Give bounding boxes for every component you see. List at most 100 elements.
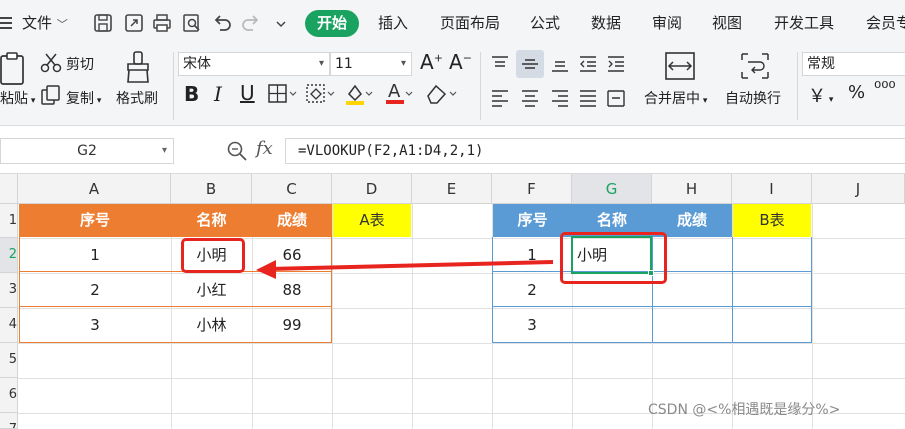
row-header-5[interactable]: 5 — [0, 343, 18, 378]
wrap-text-button[interactable]: 自动换行 — [725, 88, 781, 108]
name-box[interactable]: G2 ▾ — [0, 138, 174, 164]
align-left-icon[interactable] — [490, 88, 510, 108]
bold-icon[interactable]: B — [184, 82, 199, 106]
highlight-color-icon[interactable] — [344, 82, 374, 106]
italic-icon[interactable]: I — [214, 82, 222, 106]
justify-icon[interactable] — [578, 88, 598, 108]
chevron-down-icon: ﹀ — [56, 18, 68, 31]
tab-home[interactable]: 开始 — [305, 10, 359, 37]
insert-function-button[interactable]: fx — [256, 138, 273, 159]
tab-formulas[interactable]: 公式 — [530, 10, 560, 36]
column-header-a[interactable]: A — [18, 174, 171, 204]
chevron-down-icon: ▾ — [28, 96, 36, 106]
wrap-text-icon[interactable] — [740, 52, 770, 80]
column-header-j[interactable]: J — [812, 174, 905, 204]
table-a-label[interactable]: A表 — [333, 204, 411, 237]
table-a-cell[interactable]: 66 — [252, 238, 332, 272]
tab-insert[interactable]: 插入 — [378, 10, 408, 36]
clear-format-icon[interactable] — [424, 82, 458, 106]
menu-icon[interactable] — [0, 12, 14, 34]
column-header-e[interactable]: E — [412, 174, 492, 204]
select-all-corner[interactable] — [0, 174, 18, 204]
fill-color-pattern-icon[interactable] — [306, 84, 336, 104]
table-a-header-id[interactable]: 序号 — [19, 204, 171, 237]
table-a-header-score[interactable]: 成绩 — [252, 204, 332, 237]
table-a-cell[interactable]: 88 — [252, 273, 332, 307]
tab-view[interactable]: 视图 — [712, 10, 742, 36]
table-b-header-id[interactable]: 序号 — [493, 204, 572, 237]
paste-icon[interactable] — [0, 52, 28, 86]
tab-data[interactable]: 数据 — [591, 10, 621, 36]
table-a-cell[interactable]: 小林 — [171, 308, 252, 343]
chevron-down-icon: ▾ — [161, 145, 167, 156]
row-header-2[interactable]: 2 — [0, 238, 18, 273]
number-format-select[interactable]: 常规 — [802, 52, 905, 76]
scissors-icon[interactable] — [40, 52, 62, 74]
font-color-icon[interactable]: A — [384, 80, 414, 106]
percent-format-button[interactable]: % — [848, 82, 865, 103]
table-a-header-name[interactable]: 名称 — [171, 204, 252, 237]
merge-center-icon[interactable] — [665, 52, 695, 80]
tab-member[interactable]: 会员专 — [866, 10, 905, 36]
table-a-cell[interactable]: 1 — [19, 238, 171, 272]
tab-page-layout[interactable]: 页面布局 — [440, 10, 500, 36]
table-b-label[interactable]: B表 — [733, 204, 811, 237]
table-a-cell[interactable]: 3 — [19, 308, 171, 343]
column-header-g[interactable]: G — [572, 174, 652, 204]
row-header-7[interactable]: 7 — [0, 413, 18, 429]
table-b-cell[interactable]: 3 — [492, 308, 572, 343]
table-a-cell[interactable]: 99 — [252, 308, 332, 343]
column-header-f[interactable]: F — [492, 174, 572, 204]
file-menu[interactable]: 文件 ﹀ — [22, 10, 68, 36]
font-name-select[interactable]: 宋体 ▾ — [178, 52, 330, 76]
redo-icon[interactable] — [240, 12, 262, 34]
row-header-3[interactable]: 3 — [0, 273, 18, 308]
table-b-cell[interactable] — [652, 308, 732, 343]
formula-bar: G2 ▾ fx =VLOOKUP(F2,A1:D4,2,1) — [0, 126, 905, 174]
merge-center-button[interactable]: 合并居中 ▾ — [644, 88, 707, 108]
column-header-i[interactable]: I — [732, 174, 812, 204]
borders-icon[interactable] — [268, 84, 298, 104]
copy-icon[interactable] — [40, 84, 62, 106]
align-top-icon[interactable] — [490, 54, 510, 74]
format-painter-icon[interactable] — [124, 50, 152, 84]
cut-button[interactable]: 剪切 — [66, 54, 94, 74]
decrease-font-icon[interactable]: A− — [449, 50, 472, 74]
align-right-icon[interactable] — [550, 88, 570, 108]
increase-font-icon[interactable]: A+ — [420, 50, 443, 74]
save-icon[interactable] — [92, 12, 114, 34]
align-center-icon[interactable] — [520, 88, 540, 108]
customize-quick-access-icon[interactable] — [270, 12, 292, 34]
row-header-4[interactable]: 4 — [0, 308, 18, 343]
column-header-d[interactable]: D — [332, 174, 412, 204]
increase-indent-icon[interactable] — [606, 54, 626, 74]
align-middle-icon[interactable] — [520, 54, 540, 74]
tab-developer[interactable]: 开发工具 — [774, 10, 834, 36]
currency-format-button[interactable]: ￥ ▾ — [808, 82, 833, 108]
comma-format-button[interactable]: ⁰⁰⁰ — [874, 78, 896, 99]
decrease-indent-icon[interactable] — [578, 54, 598, 74]
column-header-b[interactable]: B — [171, 174, 252, 204]
copy-button[interactable]: 复制 ▾ — [66, 88, 101, 108]
zoom-search-icon[interactable] — [226, 140, 248, 162]
row-header-6[interactable]: 6 — [0, 378, 18, 413]
distributed-align-icon[interactable] — [606, 88, 626, 108]
row-header-1[interactable]: 1 — [0, 204, 18, 238]
format-painter-button[interactable]: 格式刷 — [116, 88, 158, 108]
table-a-cell[interactable]: 2 — [19, 273, 171, 307]
table-b-cell[interactable] — [572, 308, 652, 343]
table-a-cell[interactable]: 小红 — [171, 273, 252, 307]
underline-icon[interactable]: U — [240, 81, 255, 105]
undo-icon[interactable] — [211, 12, 233, 34]
print-preview-icon[interactable] — [181, 12, 203, 34]
export-pdf-icon[interactable] — [123, 12, 145, 34]
tab-review[interactable]: 审阅 — [652, 10, 682, 36]
paste-button[interactable]: 粘贴 ▾ — [0, 88, 35, 108]
font-size-select[interactable]: 11 ▾ — [330, 52, 412, 76]
align-bottom-icon[interactable] — [550, 54, 570, 74]
column-header-h[interactable]: H — [652, 174, 732, 204]
print-icon[interactable] — [151, 12, 173, 34]
formula-input[interactable]: =VLOOKUP(F2,A1:D4,2,1) — [285, 138, 905, 164]
annotation-box-formula-cell — [560, 232, 667, 284]
column-header-c[interactable]: C — [252, 174, 332, 204]
